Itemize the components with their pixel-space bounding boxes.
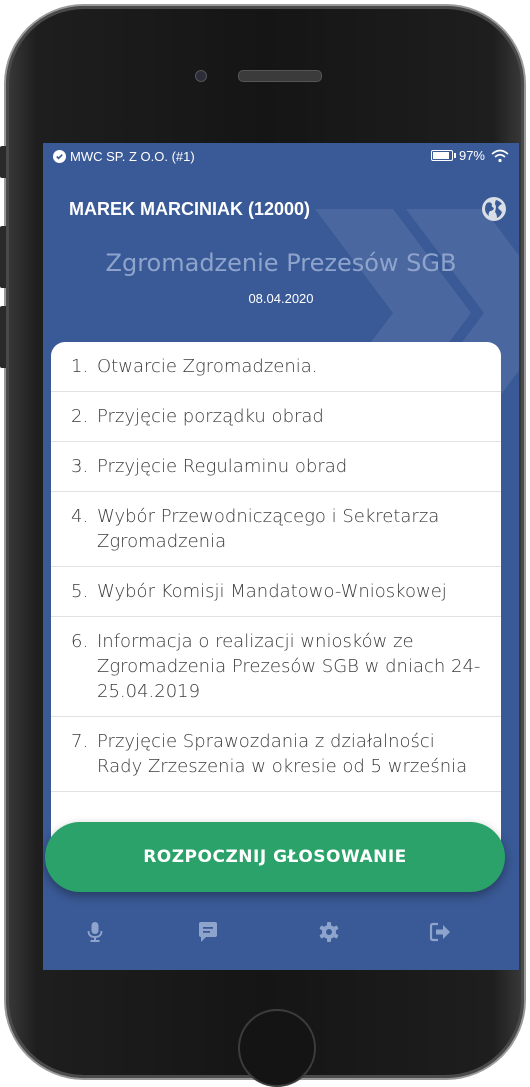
- agenda-item-number: 3.: [71, 456, 89, 477]
- front-camera: [195, 70, 207, 82]
- agenda-item[interactable]: 3. Przyjęcie Regulaminu obrad: [51, 442, 501, 492]
- verified-check-icon: [53, 150, 66, 163]
- meeting-title: Zgromadzenie Prezesów SGB: [105, 249, 457, 277]
- agenda-item-number: 4.: [71, 506, 89, 527]
- app-screen: MWC SP. Z O.O. (#1) 97% MAREK MARCINIAK …: [43, 143, 519, 970]
- agenda-item[interactable]: 6. Informacja o realizacji wniosków ze Z…: [51, 617, 501, 717]
- agenda-item-text: Informacja o realizacji wniosków ze Zgro…: [97, 631, 481, 702]
- agenda-list: 1. Otwarcie Zgromadzenia. 2. Przyjęcie p…: [51, 342, 501, 842]
- agenda-item[interactable]: 1. Otwarcie Zgromadzenia.: [51, 342, 501, 392]
- agenda-item[interactable]: 2. Przyjęcie porządku obrad: [51, 392, 501, 442]
- battery-percent: 97%: [458, 148, 485, 163]
- settings-icon[interactable]: [318, 921, 340, 943]
- volume-up-button: [0, 226, 6, 288]
- earpiece-speaker: [238, 70, 322, 82]
- agenda-item-text: Wybór Komisji Mandatowo-Wnioskowej: [97, 581, 447, 602]
- wifi-icon: [491, 149, 509, 162]
- mute-switch: [0, 146, 6, 178]
- start-voting-button[interactable]: ROZPOCZNIJ GŁOSOWANIE: [45, 822, 505, 892]
- agenda-item-number: 6.: [71, 631, 89, 652]
- battery-icon: [430, 150, 456, 161]
- agenda-item[interactable]: 4. Wybór Przewodniczącego i Sekretarza Z…: [51, 492, 501, 567]
- user-name: MAREK MARCINIAK (12000): [69, 199, 311, 219]
- agenda-item-text: Przyjęcie Sprawozdania z działalności Ra…: [97, 731, 468, 777]
- agenda-item-text: Przyjęcie porządku obrad: [97, 406, 324, 427]
- agenda-item-text: Wybór Przewodniczącego i Sekretarza Zgro…: [97, 506, 440, 552]
- chat-icon[interactable]: [197, 921, 219, 943]
- microphone-icon[interactable]: [84, 921, 106, 943]
- agenda-item-number: 1.: [71, 356, 89, 377]
- agenda-item-number: 2.: [71, 406, 89, 427]
- agenda-item-text: Otwarcie Zgromadzenia.: [97, 356, 318, 377]
- status-bar: MWC SP. Z O.O. (#1) 97%: [43, 143, 519, 171]
- organization-label: MWC SP. Z O.O. (#1): [70, 149, 195, 164]
- phone-frame: MWC SP. Z O.O. (#1) 97% MAREK MARCINIAK …: [0, 6, 524, 1087]
- agenda-item-number: 7.: [71, 731, 89, 752]
- bottom-navigation: [43, 903, 519, 963]
- globe-icon[interactable]: [481, 196, 507, 222]
- home-button[interactable]: [238, 1009, 316, 1087]
- logout-icon[interactable]: [429, 921, 451, 943]
- agenda-item-text: Przyjęcie Regulaminu obrad: [97, 456, 348, 477]
- agenda-item[interactable]: 7. Przyjęcie Sprawozdania z działalności…: [51, 717, 501, 792]
- agenda-item-number: 5.: [71, 581, 89, 602]
- agenda-item[interactable]: 5. Wybór Komisji Mandatowo-Wnioskowej: [51, 567, 501, 617]
- volume-down-button: [0, 306, 6, 368]
- meeting-date: 08.04.2020: [248, 291, 314, 306]
